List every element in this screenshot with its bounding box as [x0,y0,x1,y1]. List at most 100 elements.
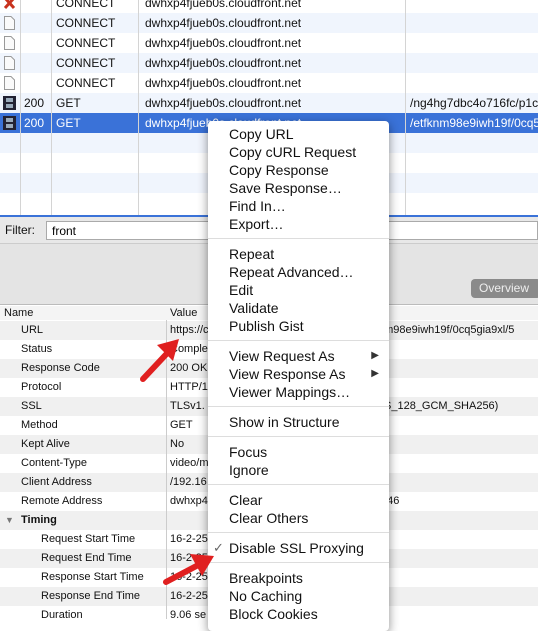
annotation-arrow-bottom [163,554,214,585]
menu-item-label: Clear [229,492,263,508]
context-menu: Copy URL Copy cURL Request Copy Response Sa… [208,121,389,631]
host-cell: dwhxp4fjueb0s.cloudfront.net [145,0,302,10]
detail-value-tail: nm98e9iwh19f/0cq5gia9xl/5 [378,324,515,336]
menu-item-label: Save Response… [229,180,342,196]
menu-separator [208,340,389,341]
menu-item-label: Find In… [229,198,286,214]
menu-item-label: View Request As [229,348,335,364]
request-row[interactable]: CONNECT dwhxp4fjueb0s.cloudfront.net [0,73,538,93]
request-row[interactable]: 200 GET dwhxp4fjueb0s.cloudfront.net/ng4hg… [0,93,538,113]
menu-item-disable-ssl-proxying[interactable]: ✓ Disable SSL Proxying [208,539,389,557]
menu-item-breakpoints[interactable]: Breakpoints [208,569,389,587]
menu-item-viewer-mappings[interactable]: Viewer Mappings… [208,383,389,401]
menu-item-label: Block Cookies [229,606,318,622]
menu-item-label: View Response As [229,366,346,382]
menu-item-copy-response[interactable]: Copy Response [208,161,389,179]
menu-item-edit[interactable]: Edit [208,281,389,299]
menu-item-repeat-advanced[interactable]: Repeat Advanced… [208,263,389,281]
annotation-arrow-top [140,339,179,382]
detail-name: Content-Type [21,457,88,469]
menu-item-label: Export… [229,216,284,232]
host-cell: dwhxp4fjueb0s.cloudfront.net [145,76,302,90]
method-cell: CONNECT [56,16,116,30]
method-cell: GET [56,96,81,110]
host-cell: dwhxp4fjueb0s.cloudfront.net [145,16,302,30]
column-divider [405,0,406,215]
menu-item-label: No Caching [229,588,303,604]
detail-value-tail: S_128_GCM_SHA256) [384,400,499,412]
detail-name: Duration [41,609,83,621]
submenu-arrow-icon: ▶ [371,350,379,361]
host-cell: dwhxp4fjueb0s.cloudfront.net [145,96,302,110]
method-cell: CONNECT [56,76,116,90]
menu-item-publish-gist[interactable]: Publish Gist [208,317,389,335]
name-column-header[interactable]: Name [4,307,33,319]
filter-label: Filter: [5,223,35,237]
detail-name: Timing [21,514,57,526]
method-cell: CONNECT [56,0,116,10]
path-cell [410,13,538,33]
menu-item-label: Breakpoints [229,570,303,586]
menu-item-label: Clear Others [229,510,309,526]
menu-item-save-response[interactable]: Save Response… [208,179,389,197]
status-cell: 200 [24,96,45,110]
detail-value: video/m [170,457,209,469]
method-cell: CONNECT [56,36,116,50]
menu-item-label: Repeat Advanced… [229,264,354,280]
request-row[interactable]: CONNECT dwhxp4fjueb0s.cloudfront.net [0,0,538,13]
value-column-header[interactable]: Value [170,307,197,319]
column-divider [138,0,139,215]
tab-overview[interactable]: Overview [471,279,538,298]
path-cell: /etfknm98e9iwh19f/0cq5 [410,116,538,130]
menu-separator [208,562,389,563]
menu-item-label: Copy URL [229,126,294,142]
path-cell [410,53,538,73]
menu-item-block-cookies[interactable]: Block Cookies [208,605,389,623]
status-cell [24,73,51,93]
detail-value: GET [170,419,193,431]
menu-item-view-request-as[interactable]: View Request As ▶ [208,347,389,365]
detail-name: Remote Address [21,495,103,507]
menu-item-repeat[interactable]: Repeat [208,245,389,263]
menu-item-copy-curl-request[interactable]: Copy cURL Request [208,143,389,161]
detail-name: SSL [21,400,42,412]
menu-item-export[interactable]: Export… [208,215,389,233]
menu-item-ignore[interactable]: Ignore [208,461,389,479]
menu-item-find-in[interactable]: Find In… [208,197,389,215]
host-cell: dwhxp4fjueb0s.cloudfront.net [145,56,302,70]
path-cell [410,0,538,13]
menu-separator [208,436,389,437]
request-row[interactable]: CONNECT dwhxp4fjueb0s.cloudfront.net [0,33,538,53]
column-divider [20,0,21,215]
detail-name: URL [21,324,44,336]
detail-name: Method [21,419,58,431]
menu-item-label: Validate [229,300,279,316]
menu-item-clear-others[interactable]: Clear Others [208,509,389,527]
status-cell [24,33,51,53]
detail-value: 16-2-25 [170,590,208,602]
menu-item-label: Viewer Mappings… [229,384,351,400]
status-cell [24,0,51,13]
detail-value: /192.16 [170,476,207,488]
disclosure-triangle-icon[interactable]: ▼ [5,511,14,530]
detail-name: Status [21,343,53,355]
request-row[interactable]: CONNECT dwhxp4fjueb0s.cloudfront.net [0,13,538,33]
menu-item-validate[interactable]: Validate [208,299,389,317]
request-row[interactable]: CONNECT dwhxp4fjueb0s.cloudfront.net [0,53,538,73]
menu-item-label: Copy cURL Request [229,144,357,160]
detail-name: Response Start Time [41,571,144,583]
menu-item-label: Edit [229,282,254,298]
menu-separator [208,406,389,407]
detail-name: Response Code [21,362,100,374]
method-cell: CONNECT [56,56,116,70]
method-cell: GET [56,116,81,130]
menu-item-view-response-as[interactable]: View Response As ▶ [208,365,389,383]
menu-item-focus[interactable]: Focus [208,443,389,461]
menu-item-clear[interactable]: Clear [208,491,389,509]
menu-item-show-in-structure[interactable]: Show in Structure [208,413,389,431]
menu-item-label: Disable SSL Proxying [229,540,364,556]
menu-item-copy-url[interactable]: Copy URL [208,125,389,143]
path-cell [410,33,538,53]
menu-item-no-caching[interactable]: No Caching [208,587,389,605]
status-cell [24,13,51,33]
